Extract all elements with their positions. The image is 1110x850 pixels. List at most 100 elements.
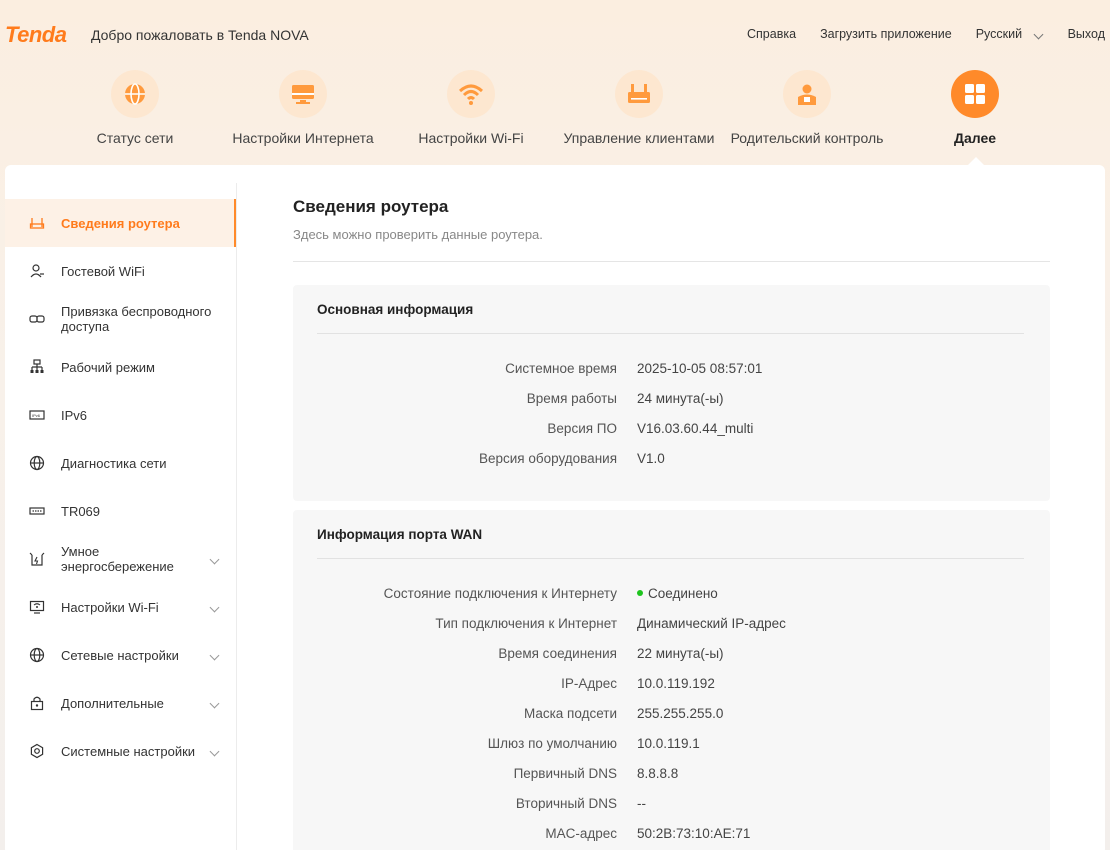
header: Tenda Добро пожаловать в Tenda NOVA Спра… [0, 0, 1110, 70]
nav-parental-control[interactable]: Родительский контроль [727, 70, 887, 160]
nav-label: Далее [953, 130, 997, 146]
sidebar-item-label: Умное энергосбережение [61, 544, 174, 574]
status-dot [637, 590, 643, 597]
sidebar-item-guest-wifi[interactable]: Гостевой WiFi [5, 247, 236, 295]
sidebar-item-network-diagnostics[interactable]: Диагностика сети [5, 439, 236, 487]
info-key: Первичный DNS [513, 766, 617, 781]
sidebar-item-label: Сетевые настройки [61, 647, 179, 663]
nav-internet-settings[interactable]: Настройки Интернета [228, 70, 378, 160]
wan-info-card: Информация порта WAN Состояние подключен… [293, 510, 1050, 850]
info-row: Вторичный DNS -- [293, 796, 1050, 816]
info-value: 50:2B:73:10:AE:71 [637, 826, 751, 841]
card-title: Основная информация [317, 302, 474, 317]
sidebar-item-label: Рабочий режим [61, 359, 155, 375]
energy-icon [29, 552, 45, 566]
info-value: 2025-10-05 08:57:01 [637, 361, 763, 376]
globe-icon [111, 70, 159, 118]
basic-info-card: Основная информация Системное время 2025… [293, 285, 1050, 501]
link-icon [29, 315, 45, 323]
info-row: Системное время 2025-10-05 08:57:01 [293, 361, 1050, 381]
info-key: Системное время [505, 361, 617, 376]
router-icon [615, 70, 663, 118]
info-key: Шлюз по умолчанию [487, 736, 617, 751]
parent-icon [783, 70, 831, 118]
info-value: 255.255.255.0 [637, 706, 724, 721]
sidebar-item-ipv6[interactable]: IPv6 IPv6 [5, 391, 236, 439]
language-label: Русский [975, 27, 1023, 41]
chevron-down-icon [209, 698, 220, 708]
divider [317, 333, 1024, 334]
guest-icon [30, 264, 44, 278]
info-value: Соединено [637, 586, 718, 601]
welcome-text: Добро пожаловать в Tenda NOVA [91, 27, 309, 43]
info-row: Время работы 24 минута(-ы) [293, 391, 1050, 411]
info-value: 22 минута(-ы) [637, 646, 724, 661]
network-icon [30, 359, 44, 373]
info-key: Время соединения [498, 646, 617, 661]
info-row: Первичный DNS 8.8.8.8 [293, 766, 1050, 786]
sidebar-item-label: IPv6 [61, 407, 88, 423]
chevron-down-icon [209, 554, 220, 564]
info-row: Состояние подключения к Интернету Соедин… [293, 586, 1050, 606]
info-row: Тип подключения к Интернет Динамический … [293, 616, 1050, 636]
info-row: Время соединения 22 минута(-ы) [293, 646, 1050, 666]
info-key: MAC-адрес [545, 826, 617, 841]
sidebar-item-network-settings[interactable]: Сетевые настройки [5, 631, 236, 679]
lock-icon [30, 696, 44, 711]
ipv6-icon: IPv6 [29, 410, 45, 420]
sidebar: Сведения роутера Гостевой WiFi Привязка … [5, 183, 237, 850]
info-row: Маска подсети 255.255.255.0 [293, 706, 1050, 726]
globe-icon [29, 647, 45, 663]
info-row: Версия оборудования V1.0 [293, 451, 1050, 471]
sidebar-item-smart-energy[interactable]: Умное энергосбережение [5, 535, 236, 583]
sidebar-item-label: TR069 [61, 503, 101, 519]
tenda-logo[interactable]: Tenda [5, 22, 67, 48]
logout-link[interactable]: Выход [1068, 27, 1105, 41]
download-app-link[interactable]: Загрузить приложение [820, 27, 952, 41]
info-row: Шлюз по умолчанию 10.0.119.1 [293, 736, 1050, 756]
page-subtitle: Здесь можно проверить данные роутера. [293, 227, 543, 242]
help-link[interactable]: Справка [747, 27, 796, 41]
sidebar-item-label: Системные настройки [61, 743, 196, 759]
info-value: 10.0.119.1 [637, 736, 700, 751]
sidebar-item-work-mode[interactable]: Рабочий режим [5, 343, 236, 391]
sidebar-item-label: Сведения роутера [61, 215, 180, 231]
info-row: MAC-адрес 50:2B:73:10:AE:71 [293, 826, 1050, 846]
sidebar-item-wireless-binding[interactable]: Привязка беспроводного доступа [5, 295, 236, 343]
active-nav-pointer [967, 157, 985, 166]
globe-icon [29, 455, 45, 471]
grid-icon [951, 70, 999, 118]
sidebar-item-wifi-settings[interactable]: Настройки Wi-Fi [5, 583, 236, 631]
chevron-down-icon [209, 650, 220, 660]
info-key: Версия ПО [547, 421, 617, 436]
nav-more[interactable]: Далее [900, 70, 1050, 160]
info-value: V1.0 [637, 451, 665, 466]
nav-label: Управление клиентами [563, 130, 715, 146]
nav-client-management[interactable]: Управление клиентами [554, 70, 724, 160]
info-value: Динамический IP-адрес [637, 616, 786, 631]
chevron-down-icon [1033, 29, 1044, 40]
sidebar-item-advanced[interactable]: Дополнительные [5, 679, 236, 727]
top-links: Справка Загрузить приложение Русский Вых… [747, 27, 1105, 41]
chevron-down-icon [209, 746, 220, 756]
sidebar-item-label: Настройки Wi-Fi [61, 599, 159, 615]
nav-label: Статус сети [96, 130, 174, 146]
sidebar-item-label: Дополнительные [61, 695, 164, 711]
router-icon [29, 218, 45, 229]
info-key: IP-Адрес [561, 676, 617, 691]
tr069-icon [29, 507, 45, 515]
wifi-icon [447, 70, 495, 118]
sidebar-item-tr069[interactable]: TR069 [5, 487, 236, 535]
nav-wifi-settings[interactable]: Настройки Wi-Fi [396, 70, 546, 160]
sidebar-item-label: Диагностика сети [61, 455, 167, 471]
sidebar-item-router-info[interactable]: Сведения роутера [5, 199, 236, 247]
nav-network-status[interactable]: Статус сети [60, 70, 210, 160]
sidebar-item-system-settings[interactable]: Системные настройки [5, 727, 236, 775]
wifi-settings-icon [29, 600, 45, 614]
status-text: Соединено [648, 586, 718, 601]
info-key: Вторичный DNS [515, 796, 617, 811]
divider [293, 261, 1050, 262]
info-value: -- [637, 796, 646, 811]
chevron-down-icon [209, 602, 220, 612]
language-select[interactable]: Русский [975, 27, 1044, 41]
